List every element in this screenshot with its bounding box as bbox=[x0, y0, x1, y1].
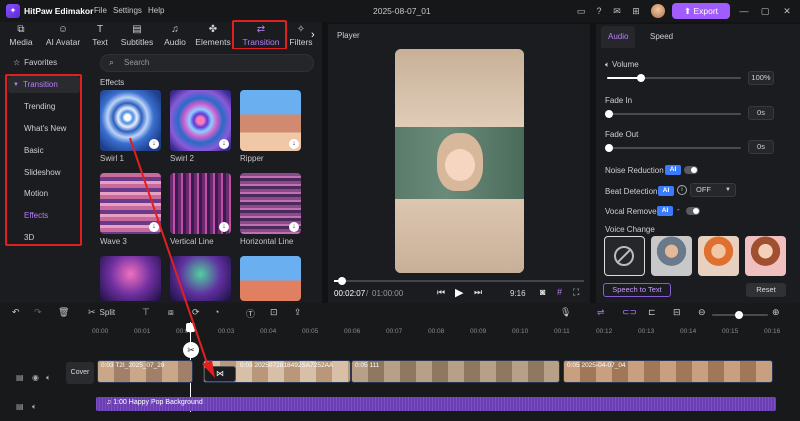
annotation-arrow bbox=[129, 137, 215, 378]
